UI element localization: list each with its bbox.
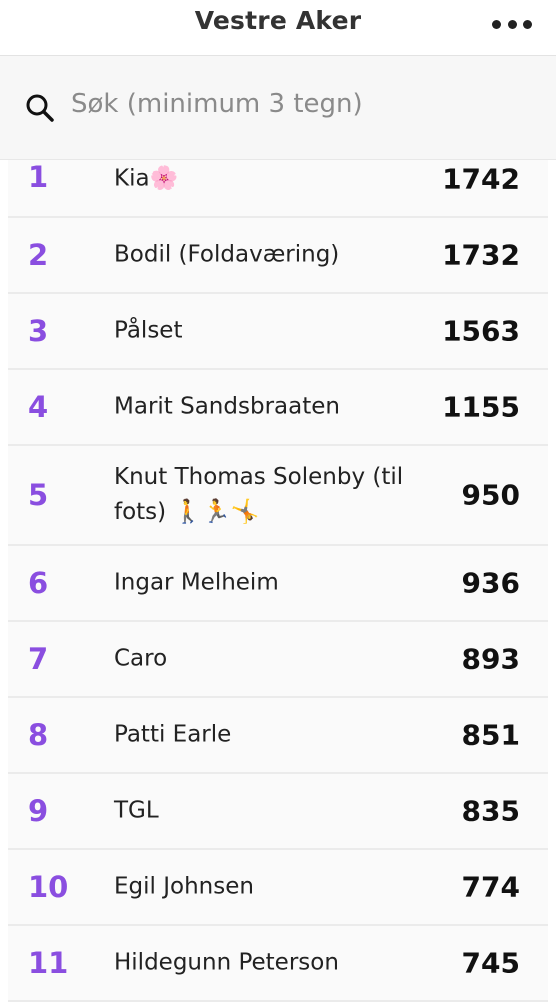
participant-name: Patti Earle <box>114 721 232 748</box>
rank-number: 10 <box>28 870 69 904</box>
page-title: Vestre Aker <box>194 6 362 35</box>
search-placeholder: Søk (minimum 3 tegn) <box>71 89 363 119</box>
score-value: 1732 <box>442 238 520 272</box>
participant-name: Bodil (Foldaværing) <box>114 241 340 268</box>
participant-name: Knut Thomas Solenby (til fots) 🚶🏃🤸 <box>114 464 404 525</box>
score-value: 745 <box>461 946 520 980</box>
leaderboard-row[interactable]: 4 Marit Sandsbraaten 1155 <box>8 370 548 446</box>
rank-number: 3 <box>28 314 49 348</box>
participant-name: Kia🌸 <box>114 165 179 192</box>
score-value: 893 <box>461 642 520 676</box>
leaderboard-row[interactable]: 7 Caro 893 <box>8 622 548 698</box>
menu-dot <box>523 19 532 29</box>
leaderboard-row[interactable]: 3 Pålset 1563 <box>8 294 548 370</box>
rank-number: 11 <box>28 946 69 980</box>
rank-number: 8 <box>28 718 49 752</box>
rank-number: 4 <box>28 390 49 424</box>
score-value: 1563 <box>442 314 520 348</box>
rank-number: 2 <box>28 238 49 272</box>
rank-number: 6 <box>28 566 49 600</box>
rank-number: 7 <box>28 642 49 676</box>
menu-dot <box>492 19 501 29</box>
participant-name: Pålset <box>114 317 183 344</box>
score-value: 1155 <box>442 390 520 424</box>
score-value: 774 <box>461 870 520 904</box>
participant-name: Egil Johnsen <box>114 873 254 900</box>
leaderboard-row[interactable]: 8 Patti Earle 851 <box>8 698 548 774</box>
score-value: 936 <box>461 566 520 600</box>
participant-name: Ingar Melheim <box>114 569 279 596</box>
leaderboard-row[interactable]: 6 Ingar Melheim 936 <box>8 546 548 622</box>
leaderboard-row[interactable]: 10 Egil Johnsen 774 <box>8 850 548 926</box>
participant-name: Hildegunn Peterson <box>114 949 339 976</box>
participant-name: Marit Sandsbraaten <box>114 393 340 420</box>
more-horizontal-icon[interactable] <box>492 14 532 34</box>
score-value: 950 <box>461 478 520 512</box>
score-value: 835 <box>461 794 520 828</box>
participant-name: TGL <box>114 797 159 824</box>
participant-name: Caro <box>114 645 168 672</box>
score-value: 1742 <box>442 162 520 196</box>
score-value: 851 <box>461 718 520 752</box>
leaderboard-row[interactable]: 11 Hildegunn Peterson 745 <box>8 926 548 1002</box>
rank-number: 1 <box>28 160 49 194</box>
leaderboard-row[interactable]: 2 Bodil (Foldaværing) 1732 <box>8 218 548 294</box>
leaderboard-row[interactable]: 5 Knut Thomas Solenby (til fots) 🚶🏃🤸 950 <box>8 446 548 546</box>
search-input[interactable]: Søk (minimum 3 tegn) <box>0 56 556 160</box>
app-header: Vestre Aker <box>0 0 556 56</box>
rank-number: 9 <box>28 794 49 828</box>
search-icon <box>26 94 54 122</box>
rank-number: 5 <box>28 478 49 512</box>
leaderboard-row[interactable]: 9 TGL 835 <box>8 774 548 850</box>
leaderboard-list: 1 Kia🌸 1742 2 Bodil (Foldaværing) 1732 3… <box>8 142 548 1002</box>
menu-dot <box>507 19 517 29</box>
